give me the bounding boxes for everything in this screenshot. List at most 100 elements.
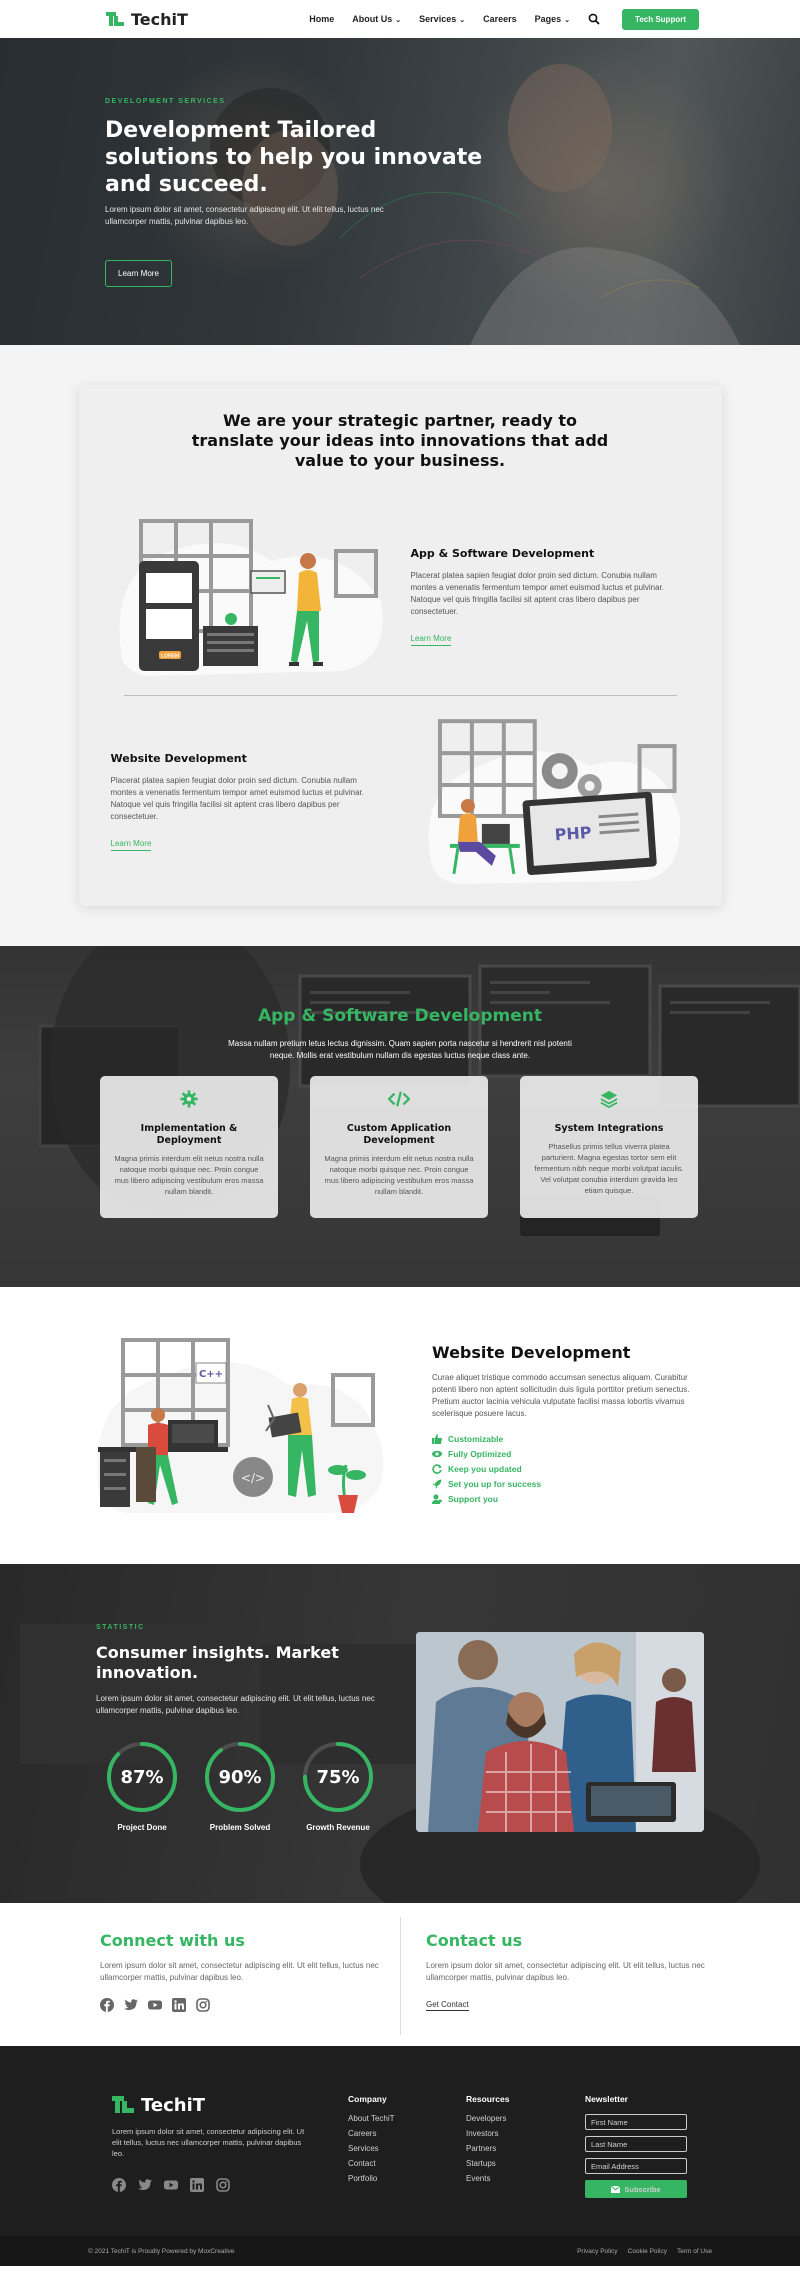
stat-value: 87% bbox=[120, 1766, 164, 1788]
feature-item: Support you bbox=[432, 1494, 692, 1504]
code-icon bbox=[387, 1091, 411, 1107]
hero-eyebrow: DEVELOPMENT SERVICES bbox=[105, 98, 226, 105]
footer-link-careers[interactable]: Careers bbox=[348, 2129, 395, 2138]
twitter-icon[interactable] bbox=[138, 2178, 152, 2192]
facebook-icon[interactable] bbox=[112, 2178, 126, 2192]
feature-card-text: Phasellus primis tellus viverra platea p… bbox=[534, 1142, 684, 1195]
footer-link-services[interactable]: Services bbox=[348, 2144, 395, 2153]
linkedin-icon[interactable] bbox=[190, 2178, 204, 2192]
footer-column-company: Company About TechiT Careers Services Co… bbox=[348, 2094, 395, 2189]
partner-title: We are your strategic partner, ready to … bbox=[191, 411, 609, 470]
stat-circle: 75% Growth Revenue bbox=[300, 1739, 376, 1832]
web-learn-more-link[interactable]: Learn More bbox=[110, 839, 152, 851]
partner-card: We are your strategic partner, ready to … bbox=[78, 385, 722, 906]
site-logo[interactable]: TechiT bbox=[106, 10, 188, 29]
instagram-icon[interactable] bbox=[196, 1998, 210, 2012]
app-software-subtitle: Massa nullam pretium letus lectus dignis… bbox=[228, 1039, 572, 1060]
footer-link-developers[interactable]: Developers bbox=[466, 2114, 509, 2123]
web-dev-text: Curae aliquet tristique commodo accumsan… bbox=[432, 1373, 690, 1418]
footer-link-events[interactable]: Events bbox=[466, 2174, 509, 2183]
search-icon[interactable] bbox=[588, 13, 600, 25]
stat-value: 90% bbox=[218, 1766, 262, 1788]
nav-item-home[interactable]: Home bbox=[309, 14, 334, 24]
feature-card-text: Magna primis interdum elit netus nostra … bbox=[114, 1154, 264, 1196]
web-dev-title: Website Development bbox=[432, 1343, 631, 1362]
connect-contact-section: Connect with us Lorem ipsum dolor sit am… bbox=[0, 1903, 800, 2046]
footer-bottom-bar: © 2021 TechiT is Proudly Powered by MoxC… bbox=[0, 2236, 800, 2266]
tech-support-button[interactable]: Tech Support bbox=[622, 8, 699, 30]
top-nav: TechiT Home About Us ⌄ Services ⌄ Careers … bbox=[0, 0, 800, 38]
stat-circle: 90% Problem Solved bbox=[202, 1739, 278, 1832]
linkedin-icon[interactable] bbox=[172, 1998, 186, 2012]
website-development-illustration: PHP bbox=[428, 719, 681, 884]
cpp-label: C++ bbox=[199, 1369, 223, 1380]
php-label: PHP bbox=[554, 823, 592, 845]
nav-item-services[interactable]: Services ⌄ bbox=[419, 14, 465, 24]
lorem-badge: LOREM bbox=[160, 654, 178, 660]
privacy-policy-link[interactable]: Privacy Policy bbox=[577, 2248, 617, 2255]
footer-column-title: Resources bbox=[466, 2094, 510, 2104]
footer-link-portfolio[interactable]: Portfolio bbox=[348, 2174, 395, 2183]
statistic-eyebrow: STATISTIC bbox=[96, 1624, 145, 1631]
main-menu: Home About Us ⌄ Services ⌄ Careers Pages ⌄ bbox=[309, 14, 570, 24]
feature-card-title: Implementation & Deployment bbox=[140, 1123, 238, 1146]
app-learn-more-link[interactable]: Learn More bbox=[410, 634, 452, 646]
footer-column-title: Company bbox=[348, 2094, 387, 2104]
footer-link-partners[interactable]: Partners bbox=[466, 2144, 509, 2153]
hero-section: DEVELOPMENT SERVICES Development Tailore… bbox=[0, 38, 800, 345]
footer-link-about[interactable]: About TechiT bbox=[348, 2114, 395, 2123]
contact-column: Contact us Lorem ipsum dolor sit amet, c… bbox=[400, 1917, 800, 2035]
nav-item-careers[interactable]: Careers bbox=[483, 14, 517, 24]
footer-link-investors[interactable]: Investors bbox=[466, 2129, 509, 2138]
feature-card-implementation: Implementation & Deployment Magna primis… bbox=[100, 1076, 278, 1218]
contact-title: Contact us bbox=[426, 1931, 523, 1950]
footer-logo[interactable]: TechiT bbox=[112, 2094, 205, 2116]
feature-item: Fully Optimized bbox=[432, 1449, 692, 1459]
app-development-illustration: LOREM bbox=[119, 519, 383, 676]
envelope-icon bbox=[611, 2185, 621, 2193]
instagram-icon[interactable] bbox=[216, 2178, 230, 2192]
newsletter-title: Newsletter bbox=[585, 2094, 628, 2104]
twitter-icon[interactable] bbox=[124, 1998, 138, 2012]
app-software-section: App & Software Development Massa nullam … bbox=[0, 946, 800, 1287]
connect-text: Lorem ipsum dolor sit amet, consectetur … bbox=[100, 1961, 379, 1982]
refresh-icon bbox=[432, 1464, 442, 1474]
footer-column-resources: Resources Developers Investors Partners … bbox=[466, 2094, 509, 2189]
app-software-title: App & Software Development bbox=[257, 1006, 542, 1026]
last-name-field[interactable]: Last Name bbox=[585, 2136, 687, 2152]
service-title: Website Development bbox=[110, 751, 247, 765]
nav-item-pages[interactable]: Pages ⌄ bbox=[535, 14, 570, 24]
footer-link-contact[interactable]: Contact bbox=[348, 2159, 395, 2168]
stat-value: 75% bbox=[316, 1766, 360, 1788]
connect-column: Connect with us Lorem ipsum dolor sit am… bbox=[0, 1903, 400, 2046]
feature-card-title: Custom Application Development bbox=[346, 1123, 452, 1146]
service-text: Placerat platea sapien feugiat dolor pro… bbox=[110, 775, 364, 821]
feature-item: Customizable bbox=[432, 1434, 692, 1444]
site-footer: TechiT Lorem ipsum dolor sit amet, conse… bbox=[0, 2046, 800, 2266]
terms-of-use-link[interactable]: Term of Use bbox=[677, 2248, 712, 2255]
website-development-section: C++ </> Website Development Curae alique… bbox=[0, 1287, 800, 1564]
service-website: Website Development Placerat platea sapi… bbox=[79, 716, 722, 886]
youtube-icon[interactable] bbox=[164, 2178, 178, 2192]
feature-item: Keep you updated bbox=[432, 1464, 692, 1474]
chevron-down-icon: ⌄ bbox=[395, 17, 402, 24]
get-contact-link[interactable]: Get Contact bbox=[426, 2000, 469, 2011]
email-field[interactable]: Email Address bbox=[585, 2158, 687, 2174]
team-photo bbox=[416, 1632, 704, 1832]
layers-icon bbox=[600, 1090, 618, 1109]
subscribe-button[interactable]: Subscribe bbox=[585, 2180, 687, 2198]
footer-description: Lorem ipsum dolor sit amet, consectetur … bbox=[112, 2127, 305, 2158]
youtube-icon[interactable] bbox=[148, 1998, 162, 2012]
hero-title: Development Tailored solutions to help y… bbox=[105, 118, 483, 197]
statistic-title: Consumer insights. Market innovation. bbox=[96, 1643, 339, 1682]
feature-card-text: Magna primis interdum elit netus nostra … bbox=[324, 1154, 474, 1196]
cookie-policy-link[interactable]: Cookie Policy bbox=[628, 2248, 667, 2255]
first-name-field[interactable]: First Name bbox=[585, 2114, 687, 2130]
footer-link-startups[interactable]: Startups bbox=[466, 2159, 509, 2168]
nav-item-about-us[interactable]: About Us ⌄ bbox=[352, 14, 401, 24]
user-support-icon bbox=[432, 1494, 442, 1504]
facebook-icon[interactable] bbox=[100, 1998, 114, 2012]
rocket-icon bbox=[432, 1479, 442, 1489]
newsletter-form: Newsletter First Name Last Name Email Ad… bbox=[585, 2094, 687, 2204]
hero-learn-more-button[interactable]: Learn More bbox=[105, 260, 172, 287]
